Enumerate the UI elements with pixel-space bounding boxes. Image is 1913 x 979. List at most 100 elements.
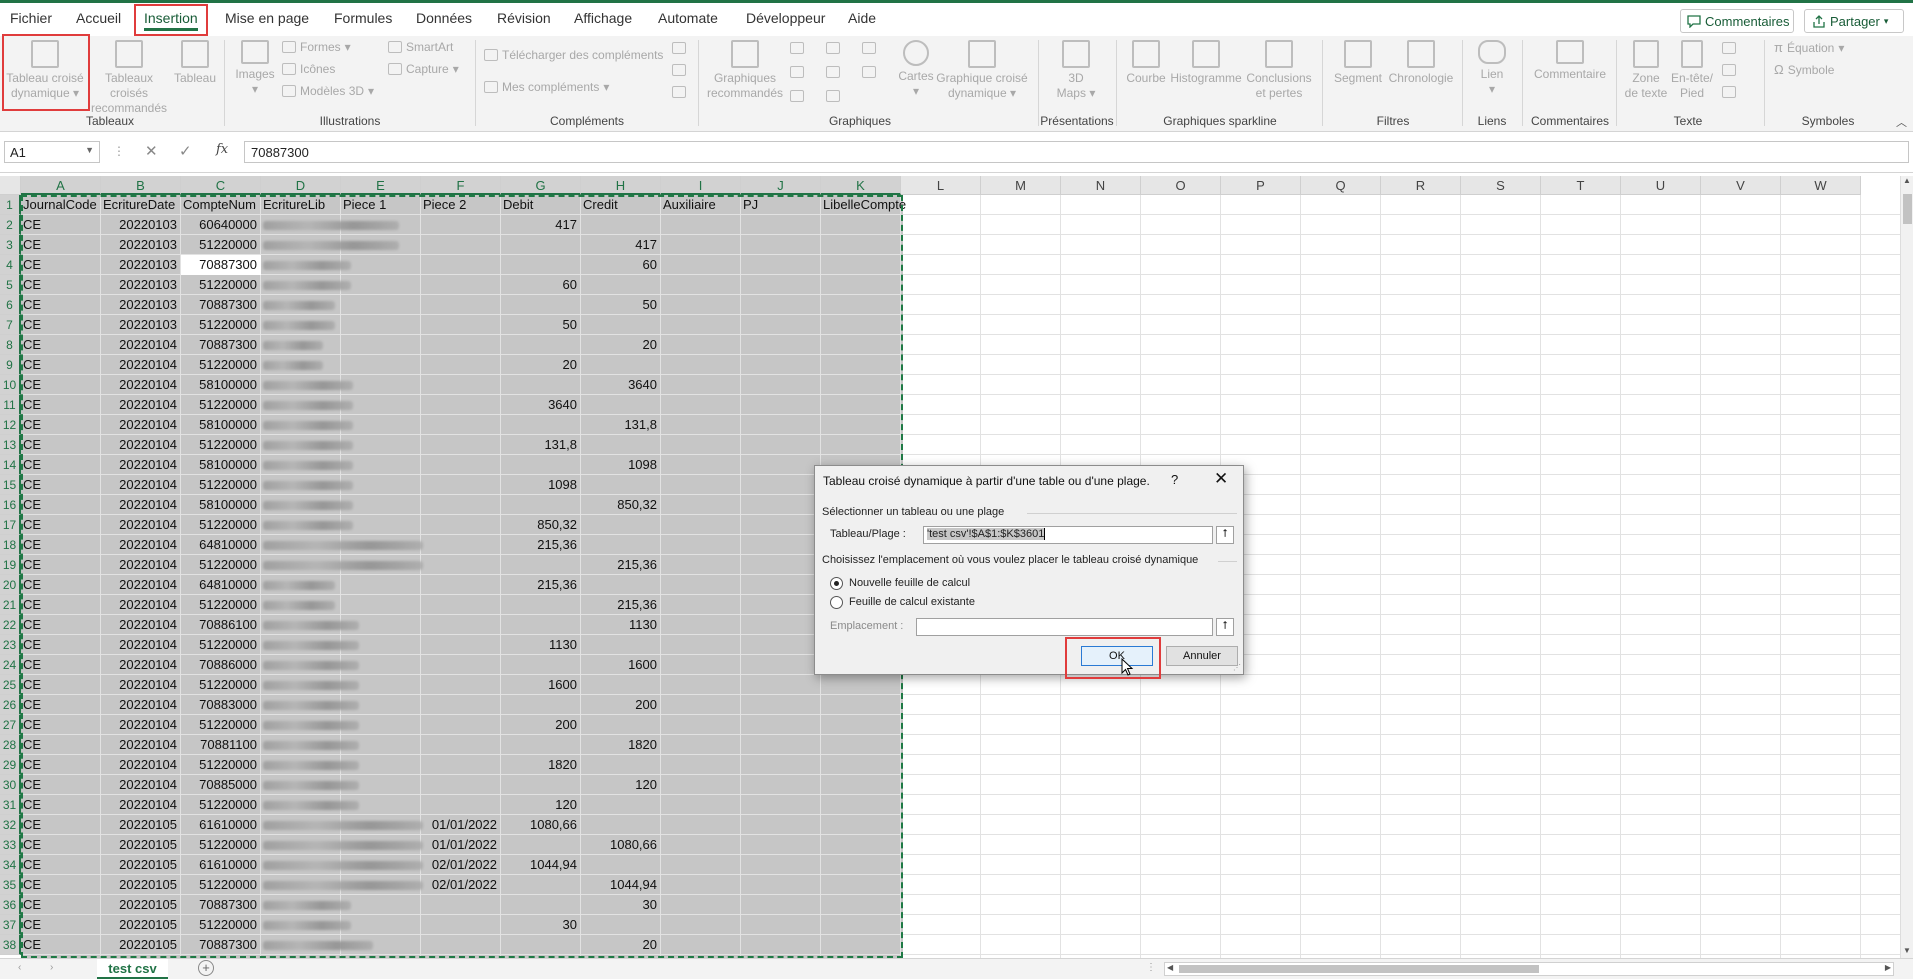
cancel-button[interactable]: Annuler [1166,646,1238,666]
equation-button[interactable]: π Équation ▾ [1774,40,1844,55]
row-header[interactable]: 21 [0,595,21,615]
column-header-h[interactable]: H [581,176,661,195]
insert-function-icon[interactable]: fx [216,142,228,157]
horizontal-scroll-thumb[interactable] [1179,965,1539,973]
range-input[interactable]: 'test csv'!$A$1:$K$3601 [923,526,1213,544]
row-header[interactable]: 33 [0,835,21,855]
addin-small-icon[interactable] [672,42,686,54]
scatter-chart-icon[interactable] [826,90,840,102]
row-header[interactable]: 30 [0,775,21,795]
row-header[interactable]: 23 [0,635,21,655]
addin-small-icon[interactable] [672,86,686,98]
column-header-k[interactable]: K [821,176,901,195]
tab-fichier[interactable]: Fichier [10,10,52,26]
row-header[interactable]: 12 [0,415,21,435]
row-header[interactable]: 2 [0,215,21,235]
symbol-button[interactable]: Ω Symbole [1774,62,1834,77]
radio-new-worksheet-label[interactable]: Nouvelle feuille de calcul [849,577,970,589]
scroll-up-icon[interactable]: ▲ [1903,176,1911,185]
column-header-j[interactable]: J [741,176,821,195]
tab-affichage[interactable]: Affichage [574,10,632,26]
tab-mise-en-page[interactable]: Mise en page [225,10,309,26]
column-header-s[interactable]: S [1461,176,1541,195]
add-sheet-icon[interactable]: + [198,960,214,976]
row-header[interactable]: 29 [0,755,21,775]
comments-button[interactable]: Commentaires [1680,9,1794,33]
confirm-entry-icon[interactable]: ✓ [179,142,192,160]
row-header[interactable]: 13 [0,435,21,455]
horizontal-scrollbar[interactable]: ◀ ▶ [1164,962,1894,976]
column-header-e[interactable]: E [341,176,421,195]
row-header[interactable]: 37 [0,915,21,935]
row-header[interactable]: 10 [0,375,21,395]
column-header-a[interactable]: A [21,176,101,195]
column-header-l[interactable]: L [901,176,981,195]
column-header-u[interactable]: U [1621,176,1701,195]
row-header[interactable]: 28 [0,735,21,755]
my-addins-button[interactable]: Mes compléments ▾ [484,80,609,94]
sheet-tab-test-csv[interactable]: test csv [97,959,168,979]
prev-sheet-icon[interactable]: ‹ [18,962,21,973]
pivot-chart-button[interactable]: Graphique croisé dynamique ▾ [934,40,1030,101]
row-header[interactable]: 22 [0,615,21,635]
row-header[interactable]: 32 [0,815,21,835]
tab-donnees[interactable]: Données [416,10,472,26]
formula-input[interactable]: 70887300 [244,141,1909,163]
row-header[interactable]: 5 [0,275,21,295]
location-collapse-button[interactable]: ⭡ [1216,618,1234,636]
row-header[interactable]: 11 [0,395,21,415]
statistic-chart-icon[interactable] [826,66,840,78]
line-chart-icon[interactable] [790,66,804,78]
slicer-button[interactable]: Segment [1330,40,1386,86]
column-header-m[interactable]: M [981,176,1061,195]
images-button[interactable]: Images ▾ [232,40,278,97]
row-header[interactable]: 6 [0,295,21,315]
column-header-q[interactable]: Q [1301,176,1381,195]
sparkline-winloss-button[interactable]: Conclusions et pertes [1244,40,1314,101]
cancel-entry-icon[interactable]: ✕ [145,142,158,160]
row-header[interactable]: 14 [0,455,21,475]
row-header[interactable]: 36 [0,895,21,915]
row-header[interactable]: 19 [0,555,21,575]
tab-splitter-icon[interactable]: ⋮ [1146,962,1156,973]
row-header[interactable]: 18 [0,535,21,555]
row-header[interactable]: 20 [0,575,21,595]
more-options-icon[interactable]: ⋮ [113,144,125,158]
scroll-right-icon[interactable]: ▶ [1885,963,1891,972]
row-header[interactable]: 7 [0,315,21,335]
shapes-button[interactable]: Formes ▾ [282,40,351,54]
sparkline-column-button[interactable]: Histogramme [1168,40,1244,86]
row-header[interactable]: 38 [0,935,21,955]
column-header-o[interactable]: O [1141,176,1221,195]
scroll-thumb[interactable] [1903,194,1912,224]
row-header[interactable]: 1 [0,195,21,215]
column-header-r[interactable]: R [1381,176,1461,195]
waterfall-chart-icon[interactable] [862,42,876,54]
sparkline-line-button[interactable]: Courbe [1124,40,1168,86]
resize-grip-icon[interactable]: ⋰ [1233,663,1241,672]
row-header[interactable]: 31 [0,795,21,815]
row-header[interactable]: 4 [0,255,21,275]
tab-developpeur[interactable]: Développeur [746,10,825,26]
row-header[interactable]: 25 [0,675,21,695]
column-header-g[interactable]: G [501,176,581,195]
row-header[interactable]: 34 [0,855,21,875]
row-header[interactable]: 26 [0,695,21,715]
location-input[interactable] [916,618,1213,636]
column-header-c[interactable]: C [181,176,261,195]
row-header[interactable]: 15 [0,475,21,495]
combo-chart-icon[interactable] [862,66,876,78]
tab-revision[interactable]: Révision [497,10,551,26]
addin-small-icon[interactable] [672,64,686,76]
row-header[interactable]: 27 [0,715,21,735]
3d-maps-button[interactable]: 3D Maps ▾ [1046,40,1106,101]
row-header[interactable]: 17 [0,515,21,535]
link-button[interactable]: Lien ▾ [1470,40,1514,97]
row-header[interactable]: 35 [0,875,21,895]
column-header-t[interactable]: T [1541,176,1621,195]
column-header-v[interactable]: V [1701,176,1781,195]
vertical-scrollbar[interactable]: ▲ ▼ [1900,176,1913,958]
table-button[interactable]: Tableau [172,40,218,86]
next-sheet-icon[interactable]: › [50,962,53,973]
new-comment-button[interactable]: Commentaire [1530,40,1610,82]
